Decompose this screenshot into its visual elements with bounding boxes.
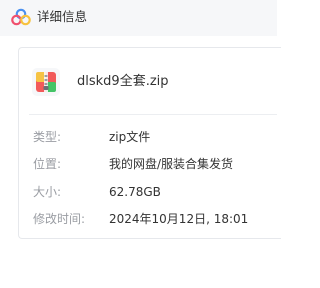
cloud-logo-icon [11,8,31,26]
size-value: 62.78GB [109,185,161,199]
type-label: 类型: [33,130,62,144]
details-title: 详细信息 [37,9,88,24]
location-label: 位置: [33,157,62,171]
divider [29,114,277,115]
file-details-panel: 详细信息 dlskd9全套.zip 类型: zip文件 位置: 我的网盘/服装合… [0,0,281,288]
details-header: 详细信息 [0,0,277,36]
type-value: zip文件 [109,130,151,144]
location-value[interactable]: 我的网盘/服装合集发货 [109,156,233,172]
modified-time-label: 修改时间: [33,212,86,226]
size-label: 大小: [33,185,62,199]
zip-archive-icon [31,67,61,97]
file-name: dlskd9全套.zip [77,74,169,89]
modified-time-value: 2024年10月12日, 18:01 [109,212,249,226]
